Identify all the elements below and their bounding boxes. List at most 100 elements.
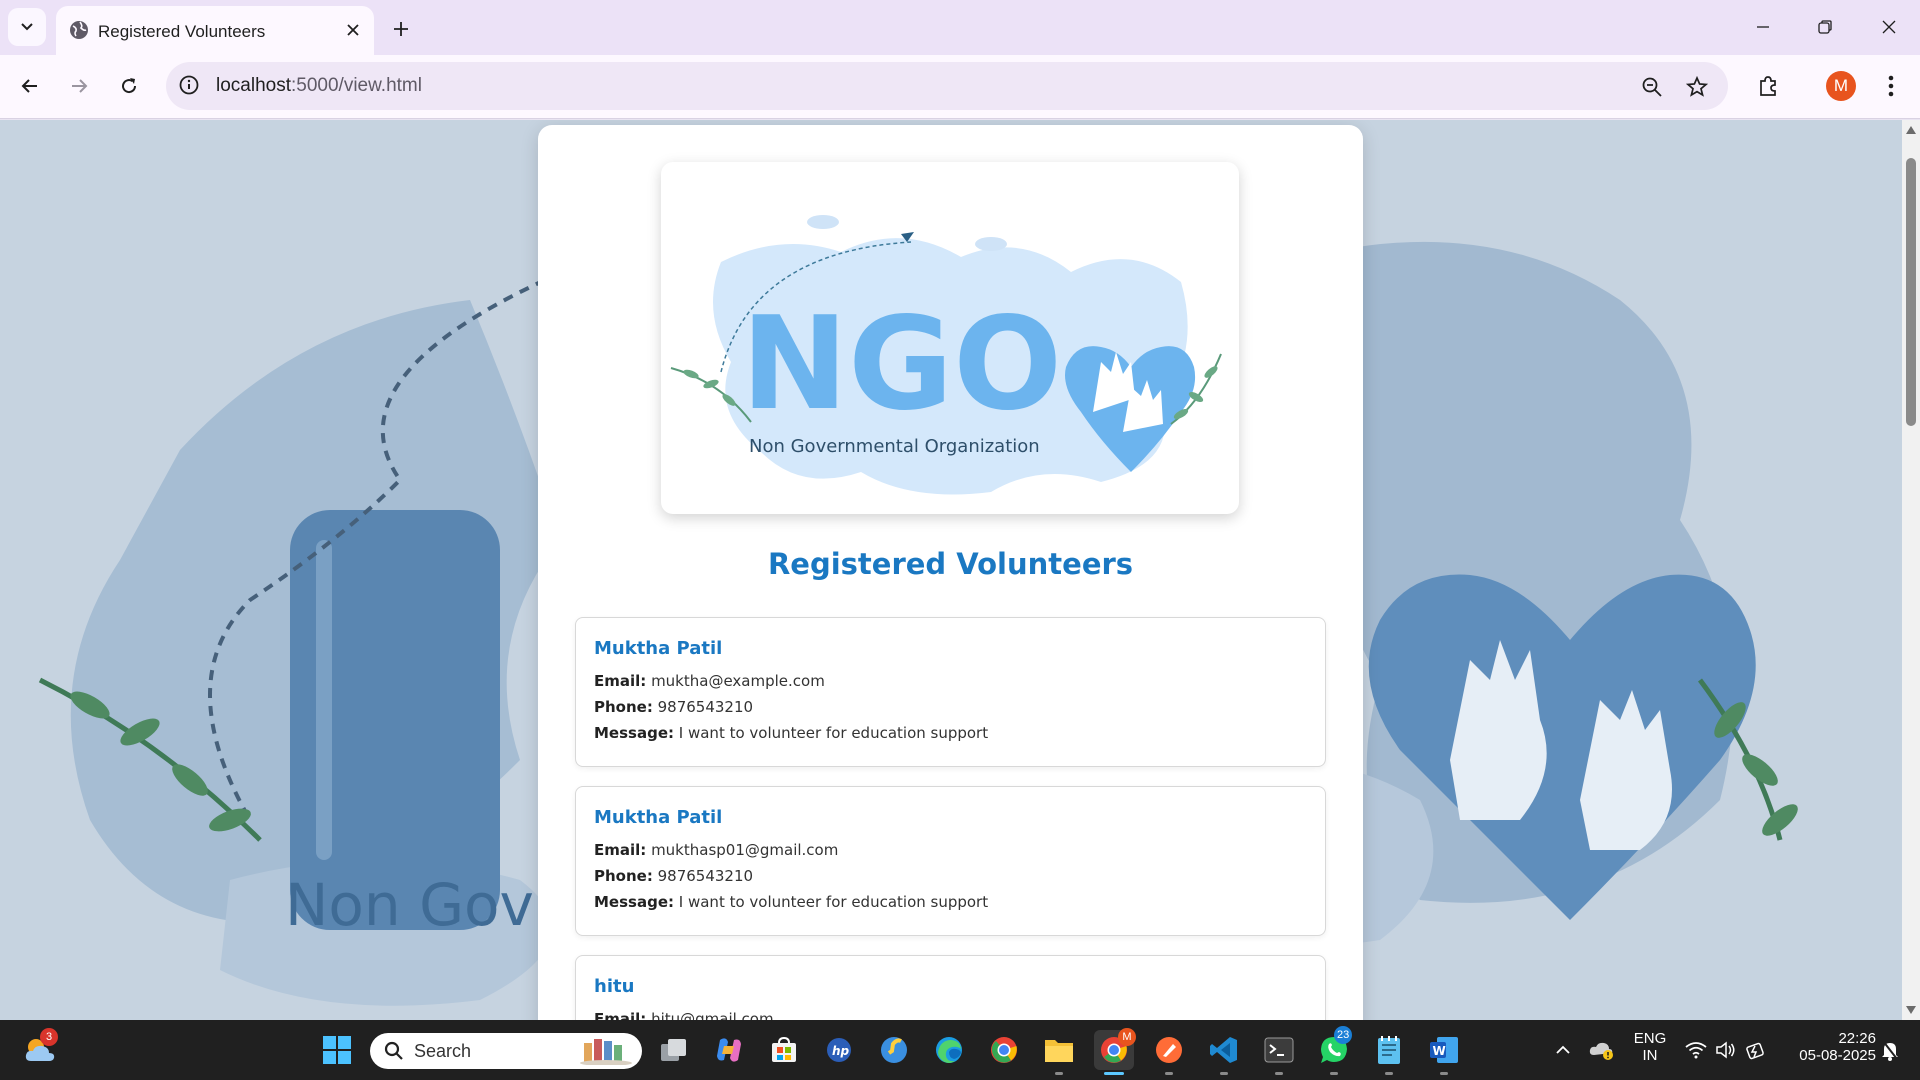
show-hidden-icons-button[interactable]: [1543, 1030, 1583, 1070]
volunteer-phone: Phone: 9876543210: [594, 698, 753, 716]
message-value: I want to volunteer for education suppor…: [678, 893, 989, 911]
tab-registered-volunteers[interactable]: Registered Volunteers: [56, 6, 374, 55]
hp-app-button[interactable]: hp: [819, 1030, 859, 1070]
site-info-icon[interactable]: [178, 74, 200, 100]
volunteer-name: Muktha Patil: [594, 807, 723, 828]
whatsapp-button[interactable]: 23: [1314, 1026, 1354, 1070]
edge-button[interactable]: [929, 1030, 969, 1070]
volunteer-message: Message: I want to volunteer for educati…: [594, 724, 988, 742]
chevron-up-icon: [1556, 1045, 1570, 1054]
email-value: hitu@gmail.com: [651, 1010, 774, 1020]
scroll-up-icon[interactable]: [1905, 124, 1917, 136]
file-explorer-button[interactable]: [1039, 1030, 1079, 1070]
clock-time: 22:26: [1838, 1030, 1876, 1047]
chrome-profile-badge: M: [1118, 1028, 1136, 1046]
copilot-button[interactable]: [709, 1030, 749, 1070]
zoom-icon[interactable]: [1637, 72, 1667, 102]
scroll-down-icon[interactable]: [1905, 1004, 1917, 1016]
reload-icon: [122, 78, 137, 94]
profile-avatar[interactable]: M: [1826, 71, 1856, 101]
puzzle-icon: [1760, 76, 1776, 96]
address-bar[interactable]: localhost:5000/view.html: [166, 62, 1728, 110]
browser-toolbar: localhost:5000/view.html M: [0, 55, 1920, 119]
message-value: I want to volunteer for education suppor…: [678, 724, 989, 742]
volunteer-email: Email: mukthasp01@gmail.com: [594, 841, 838, 859]
svg-text:W: W: [1433, 1044, 1446, 1058]
store-icon: [772, 1036, 796, 1062]
weather-widget[interactable]: 3: [20, 1028, 60, 1070]
volunteer-card: hitu Email: hitu@gmail.com: [575, 955, 1326, 1020]
postman-button[interactable]: [1149, 1030, 1189, 1070]
volunteer-name: Muktha Patil: [594, 638, 723, 659]
logo-subtitle: Non Governmental Organization: [749, 436, 1040, 457]
word-button[interactable]: W: [1424, 1030, 1464, 1070]
start-button[interactable]: [317, 1030, 357, 1070]
phone-value: 9876543210: [657, 867, 754, 885]
scrollbar-thumb[interactable]: [1906, 158, 1916, 426]
page-title: Registered Volunteers: [767, 547, 1134, 581]
new-tab-button[interactable]: [386, 14, 416, 44]
arrow-left-icon: [21, 79, 37, 93]
url-host: localhost: [216, 75, 291, 96]
battery-charging-icon: [1746, 1042, 1764, 1060]
wifi-icon: [1685, 1042, 1707, 1059]
task-view-button[interactable]: [654, 1030, 694, 1070]
notepad-icon: [1378, 1036, 1400, 1064]
close-tab-icon[interactable]: [340, 17, 366, 43]
bookmark-star-icon[interactable]: [1682, 72, 1712, 102]
browser-menu-button[interactable]: [1871, 66, 1911, 106]
plus-icon: [394, 22, 408, 36]
phone-value: 9876543210: [657, 698, 754, 716]
url-text[interactable]: localhost:5000/view.html: [216, 75, 422, 97]
restore-icon: [1818, 20, 1832, 34]
close-window-button[interactable]: [1864, 8, 1914, 46]
page-scrollbar[interactable]: [1902, 120, 1920, 1020]
globe-icon: [68, 19, 90, 45]
notifications-button[interactable]: [1870, 1030, 1910, 1070]
notepad-button[interactable]: [1369, 1030, 1409, 1070]
email-value: muktha@example.com: [651, 672, 825, 690]
email-label: Email:: [594, 672, 647, 690]
windows-icon: [323, 1036, 351, 1064]
vscode-icon: [1210, 1037, 1237, 1063]
volunteers-container: NGO Non Governmental Organization Regist…: [538, 125, 1363, 1020]
weather-badge: 3: [40, 1028, 58, 1046]
reload-button[interactable]: [109, 66, 149, 106]
volunteer-message: Message: I want to volunteer for educati…: [594, 893, 988, 911]
search-label: Search: [414, 1041, 472, 1061]
url-path: :5000/view.html: [291, 75, 422, 96]
terminal-button[interactable]: [1259, 1030, 1299, 1070]
word-icon: W: [1430, 1037, 1458, 1063]
phone-label: Phone:: [594, 867, 653, 885]
message-label: Message:: [594, 724, 674, 742]
taskbar-search[interactable]: Search: [370, 1033, 642, 1069]
ngo-logo: NGO Non Governmental Organization: [670, 215, 1222, 495]
chrome-button[interactable]: [984, 1030, 1024, 1070]
restore-button[interactable]: [1800, 8, 1850, 46]
tab-title: Registered Volunteers: [98, 22, 266, 41]
vscode-button[interactable]: [1204, 1030, 1244, 1070]
volunteer-email: Email: muktha@example.com: [594, 672, 825, 690]
active-indicator: [1104, 1072, 1124, 1075]
lightbulb-help-icon: [881, 1037, 907, 1063]
volunteer-name: hitu: [594, 976, 635, 997]
hp-icon: hp: [827, 1038, 851, 1062]
back-button[interactable]: [10, 66, 50, 106]
battery-status[interactable]: [1736, 1030, 1776, 1070]
taskbar: 3 Search hp M 23 W ENG IN 22:26 05-08-20…: [0, 1020, 1920, 1080]
minimize-button[interactable]: [1738, 8, 1788, 46]
close-icon: [1882, 20, 1896, 34]
chrome-profile-button[interactable]: M: [1094, 1028, 1136, 1070]
onedrive-status[interactable]: [1582, 1030, 1622, 1070]
extensions-button[interactable]: [1748, 66, 1788, 106]
forward-button[interactable]: [59, 66, 99, 106]
volunteer-card: Muktha Patil Email: mukthasp01@gmail.com…: [575, 786, 1326, 936]
region-code: IN: [1642, 1047, 1658, 1064]
tab-search-button[interactable]: [8, 8, 46, 46]
microsoft-store-button[interactable]: [764, 1030, 804, 1070]
help-app-button[interactable]: [874, 1030, 914, 1070]
running-indicator: [1275, 1072, 1283, 1075]
clock[interactable]: 22:26 05-08-2025: [1776, 1030, 1876, 1064]
ngo-logo-card: NGO Non Governmental Organization: [661, 162, 1239, 514]
language-indicator[interactable]: ENG IN: [1630, 1030, 1670, 1064]
